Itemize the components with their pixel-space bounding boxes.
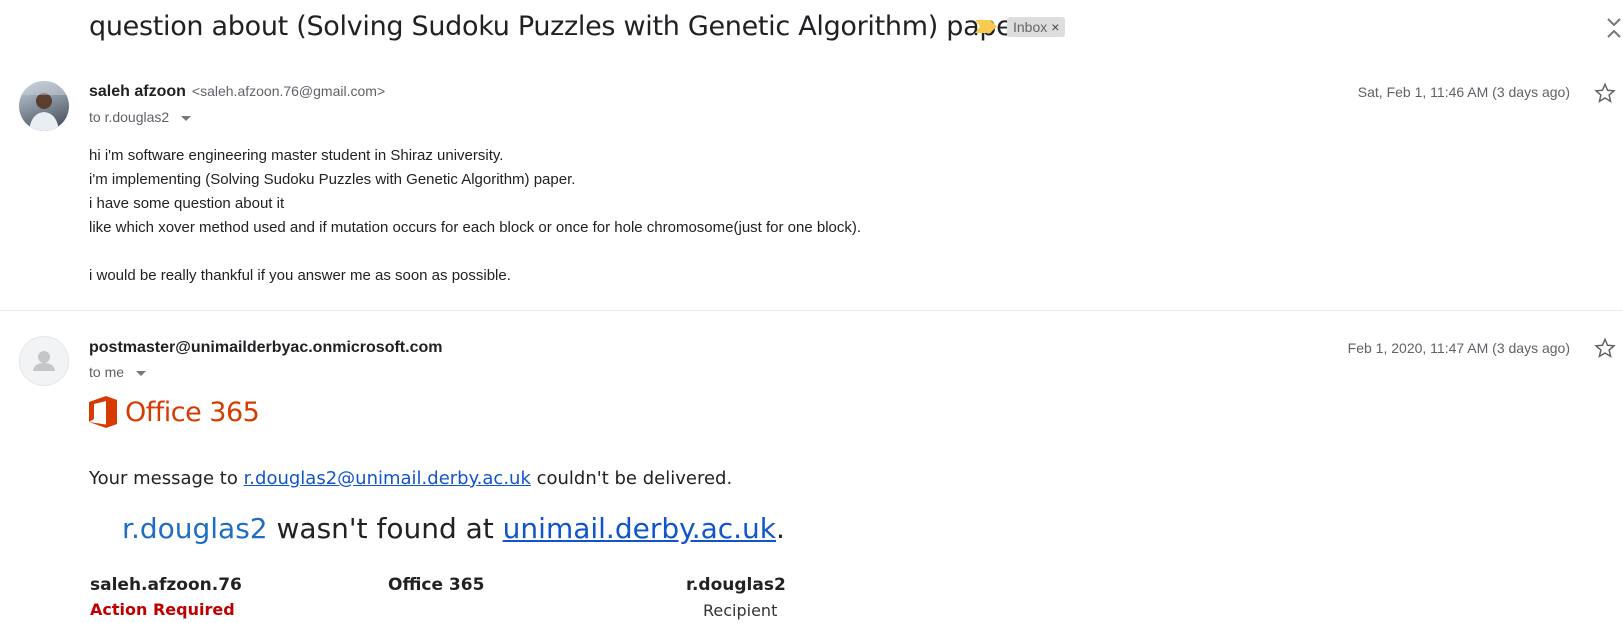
importance-marker-icon[interactable]	[975, 20, 997, 33]
inbox-label-chip: Inbox ×	[1007, 17, 1066, 37]
ndr-summary-suffix: couldn't be delivered.	[530, 468, 733, 489]
email-subject: question about (Solving Sudoku Puzzles w…	[89, 11, 1024, 42]
ndr-summary: Your message to r.douglas2@unimail.derby…	[89, 468, 732, 489]
collapse-all-icon[interactable]	[1605, 16, 1623, 40]
message-divider	[0, 310, 1623, 311]
ndr-headline: r.douglas2 wasn't found at unimail.derby…	[122, 512, 785, 545]
ndr-summary-prefix: Your message to	[89, 468, 244, 489]
sender-email: <saleh.afzoon.76@gmail.com>	[191, 83, 386, 99]
star-icon[interactable]	[1594, 82, 1616, 104]
body-line: i'm implementing (Solving Sudoku Puzzles…	[89, 171, 576, 188]
chevron-down-icon	[136, 370, 147, 376]
message-body: hi i'm software engineering master stude…	[89, 144, 861, 288]
sender-avatar[interactable]	[19, 336, 69, 386]
body-line: i would be really thankful if you answer…	[89, 267, 511, 284]
sender-avatar[interactable]	[19, 81, 69, 131]
body-line	[89, 240, 861, 264]
avatar-photo-icon	[19, 81, 69, 131]
flow-sender-status: Action Required	[90, 600, 235, 619]
body-line: hi i'm software engineering master stude…	[89, 147, 504, 164]
body-line: like which xover method used and if muta…	[89, 219, 862, 236]
recipient-email-link[interactable]: r.douglas2@unimail.derby.ac.uk	[244, 468, 531, 489]
flow-sender-name: saleh.afzoon.76	[90, 575, 242, 595]
ndr-headline-middle: wasn't found at	[267, 512, 503, 545]
flow-service-name: Office 365	[388, 575, 485, 595]
office365-logo: Office 365	[89, 396, 260, 428]
domain-link[interactable]: unimail.derby.ac.uk	[503, 512, 776, 545]
sender-name[interactable]: postmaster@unimailderbyac.onmicrosoft.co…	[89, 339, 442, 357]
chevron-down-icon	[181, 115, 192, 121]
remove-label-icon[interactable]: ×	[1051, 17, 1059, 37]
ndr-recipient-user: r.douglas2	[122, 512, 268, 545]
flow-recipient-role: Recipient	[703, 601, 778, 620]
message-date: Sat, Feb 1, 11:46 AM (3 days ago)	[1357, 84, 1570, 100]
office-logo-icon	[89, 396, 117, 428]
message-date: Feb 1, 2020, 11:47 AM (3 days ago)	[1347, 340, 1570, 356]
recipients-text: to me	[89, 364, 125, 380]
sender-name[interactable]: saleh afzoon	[89, 83, 186, 101]
recipients-text: to r.douglas2	[89, 109, 170, 125]
flow-recipient-name: r.douglas2	[686, 575, 786, 595]
inbox-label-text: Inbox	[1013, 19, 1048, 35]
default-person-icon	[33, 351, 55, 371]
recipients-toggle[interactable]: to r.douglas2	[89, 109, 192, 125]
recipients-toggle[interactable]: to me	[89, 364, 147, 380]
ndr-headline-suffix: .	[776, 512, 785, 545]
office365-logo-text: Office 365	[125, 396, 260, 428]
star-icon[interactable]	[1594, 337, 1616, 359]
body-line: i have some question about it	[89, 195, 285, 212]
